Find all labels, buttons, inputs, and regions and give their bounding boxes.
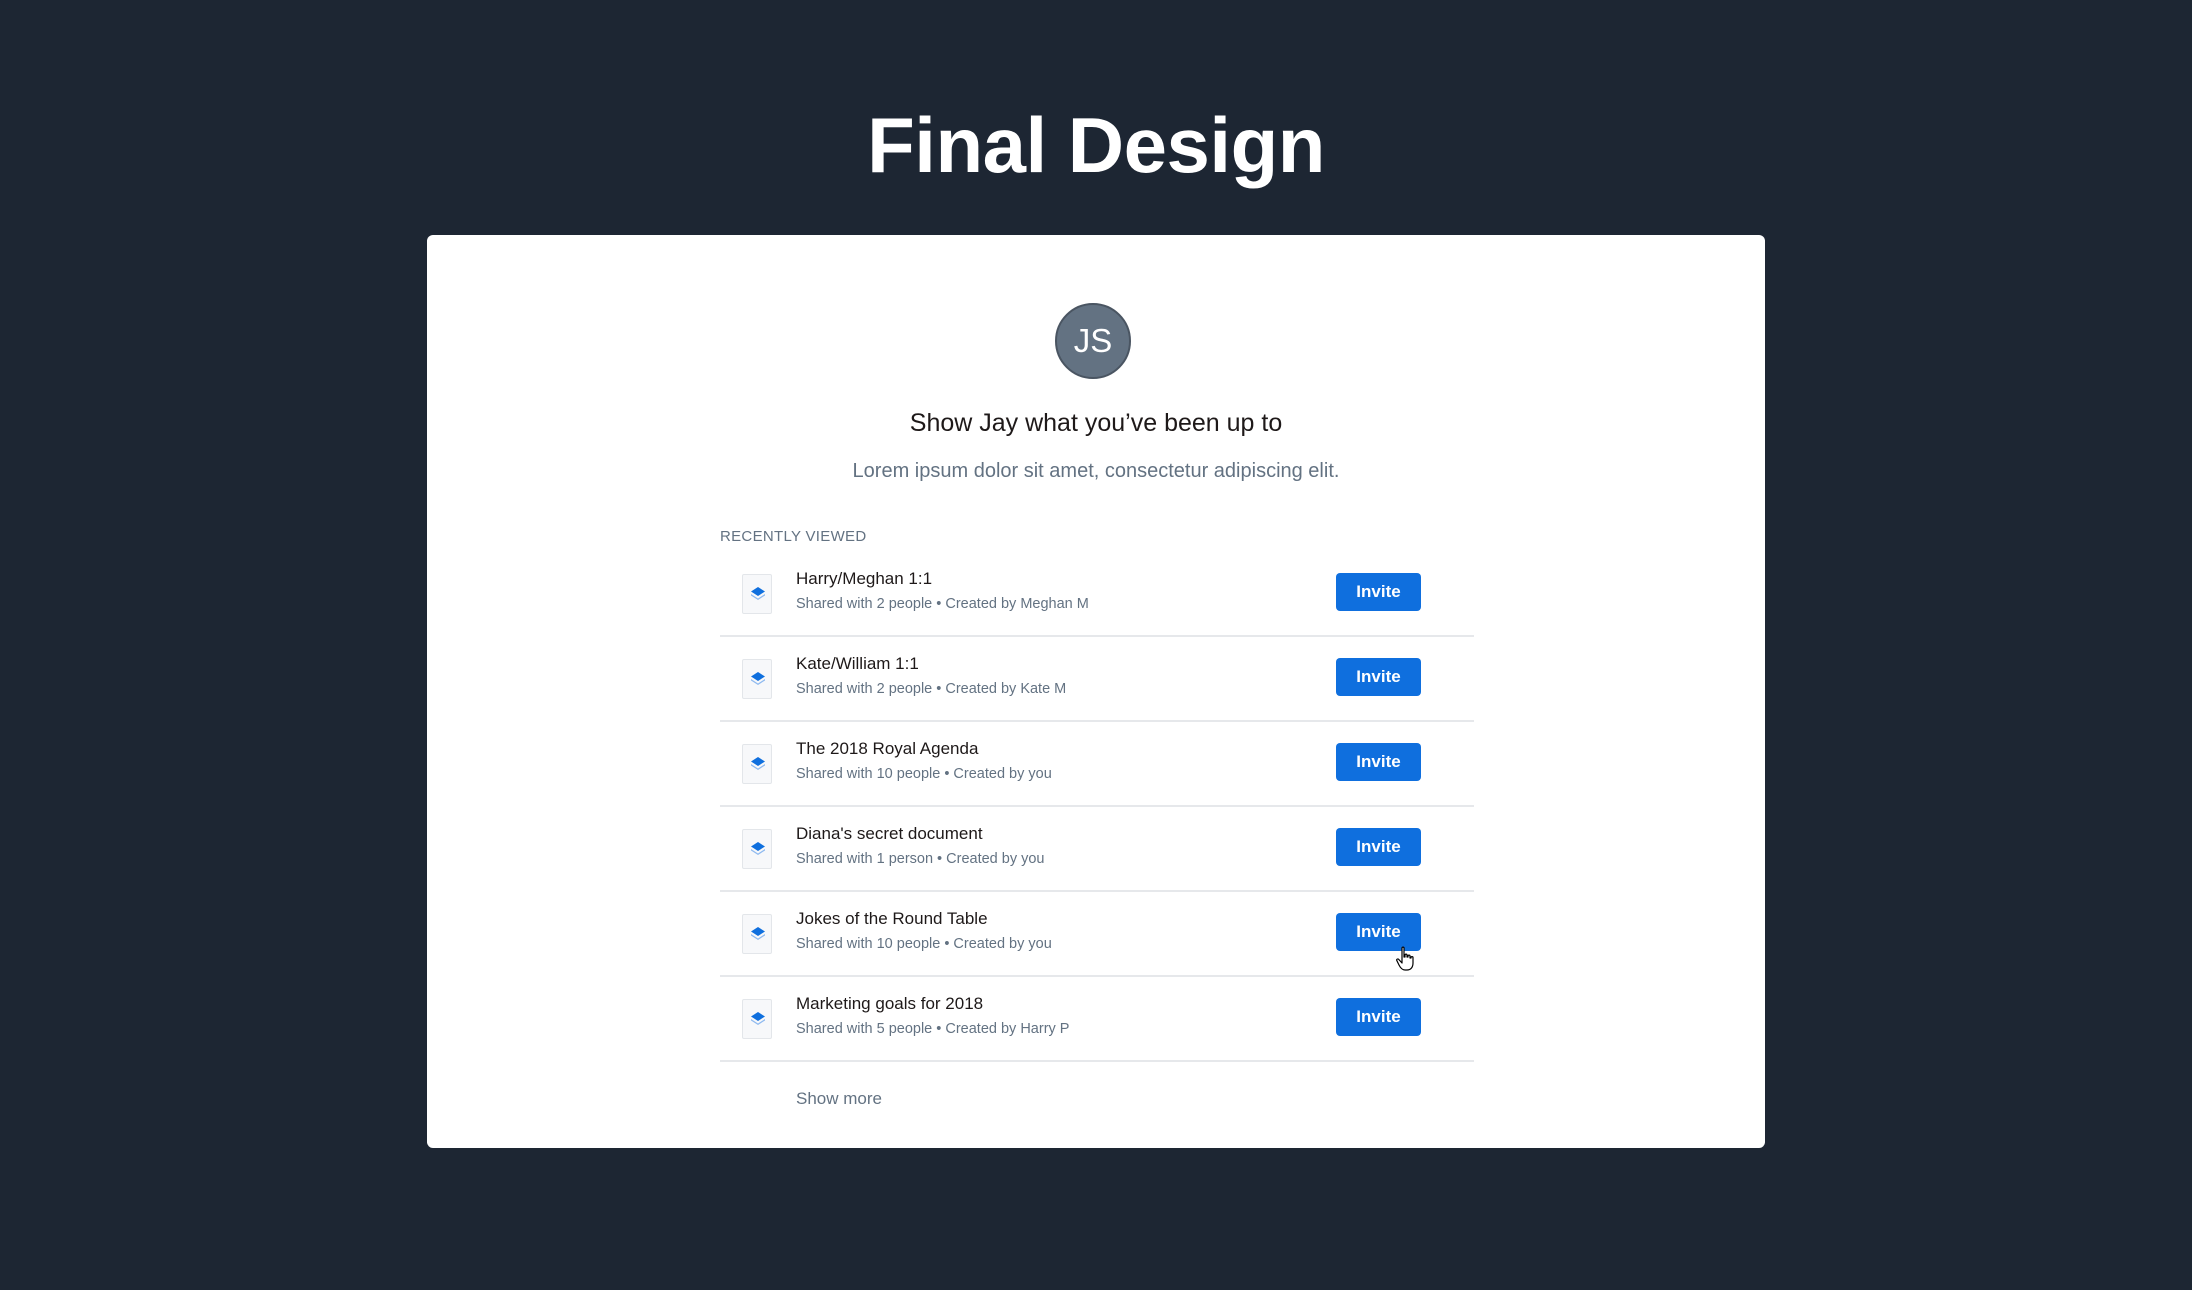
invite-button[interactable]: Invite [1336,828,1421,866]
list-item: Harry/Meghan 1:1 Shared with 2 people • … [720,552,1474,637]
paper-doc-icon [742,574,772,614]
hand-pointer-icon [1396,946,1414,971]
card-heading: Show Jay what you’ve been up to [909,409,1283,437]
list-item: Jokes of the Round Table Shared with 10 … [720,892,1474,977]
card-subheading: Lorem ipsum dolor sit amet, consectetur … [852,460,1340,482]
page-title: Final Design [867,101,1325,189]
invite-button[interactable]: Invite [1336,743,1421,781]
list-item: Diana's secret document Shared with 1 pe… [720,807,1474,892]
file-title[interactable]: Marketing goals for 2018 [796,992,983,1016]
file-meta: Shared with 10 people • Created by you [796,936,1052,952]
share-card: JS Show Jay what you’ve been up to Lorem… [427,235,1765,1148]
paper-doc-icon [742,744,772,784]
file-meta: Shared with 2 people • Created by Kate M [796,681,1067,697]
paper-doc-icon [742,659,772,699]
list-item: The 2018 Royal Agenda Shared with 10 peo… [720,722,1474,807]
list-item: Kate/William 1:1 Shared with 2 people • … [720,637,1474,722]
file-meta: Shared with 1 person • Created by you [796,851,1045,867]
section-label: RECENTLY VIEWED [720,528,867,545]
file-meta: Shared with 10 people • Created by you [796,766,1052,782]
invite-button[interactable]: Invite [1336,998,1421,1036]
file-title[interactable]: The 2018 Royal Agenda [796,737,978,761]
avatar: JS [1055,303,1131,379]
show-more-link[interactable]: Show more [796,1087,882,1111]
page: Final Design JS Show Jay what you’ve bee… [0,0,2192,1290]
paper-doc-icon [742,914,772,954]
file-meta: Shared with 5 people • Created by Harry … [796,1021,1070,1037]
file-title[interactable]: Harry/Meghan 1:1 [796,567,932,591]
paper-doc-icon [742,999,772,1039]
recent-files-list: Harry/Meghan 1:1 Shared with 2 people • … [720,552,1474,1062]
file-title[interactable]: Kate/William 1:1 [796,652,919,676]
file-title[interactable]: Jokes of the Round Table [796,907,988,931]
list-item: Marketing goals for 2018 Shared with 5 p… [720,977,1474,1062]
file-meta: Shared with 2 people • Created by Meghan… [796,596,1089,612]
file-title[interactable]: Diana's secret document [796,822,983,846]
invite-button[interactable]: Invite [1336,573,1421,611]
invite-button[interactable]: Invite [1336,658,1421,696]
paper-doc-icon [742,829,772,869]
